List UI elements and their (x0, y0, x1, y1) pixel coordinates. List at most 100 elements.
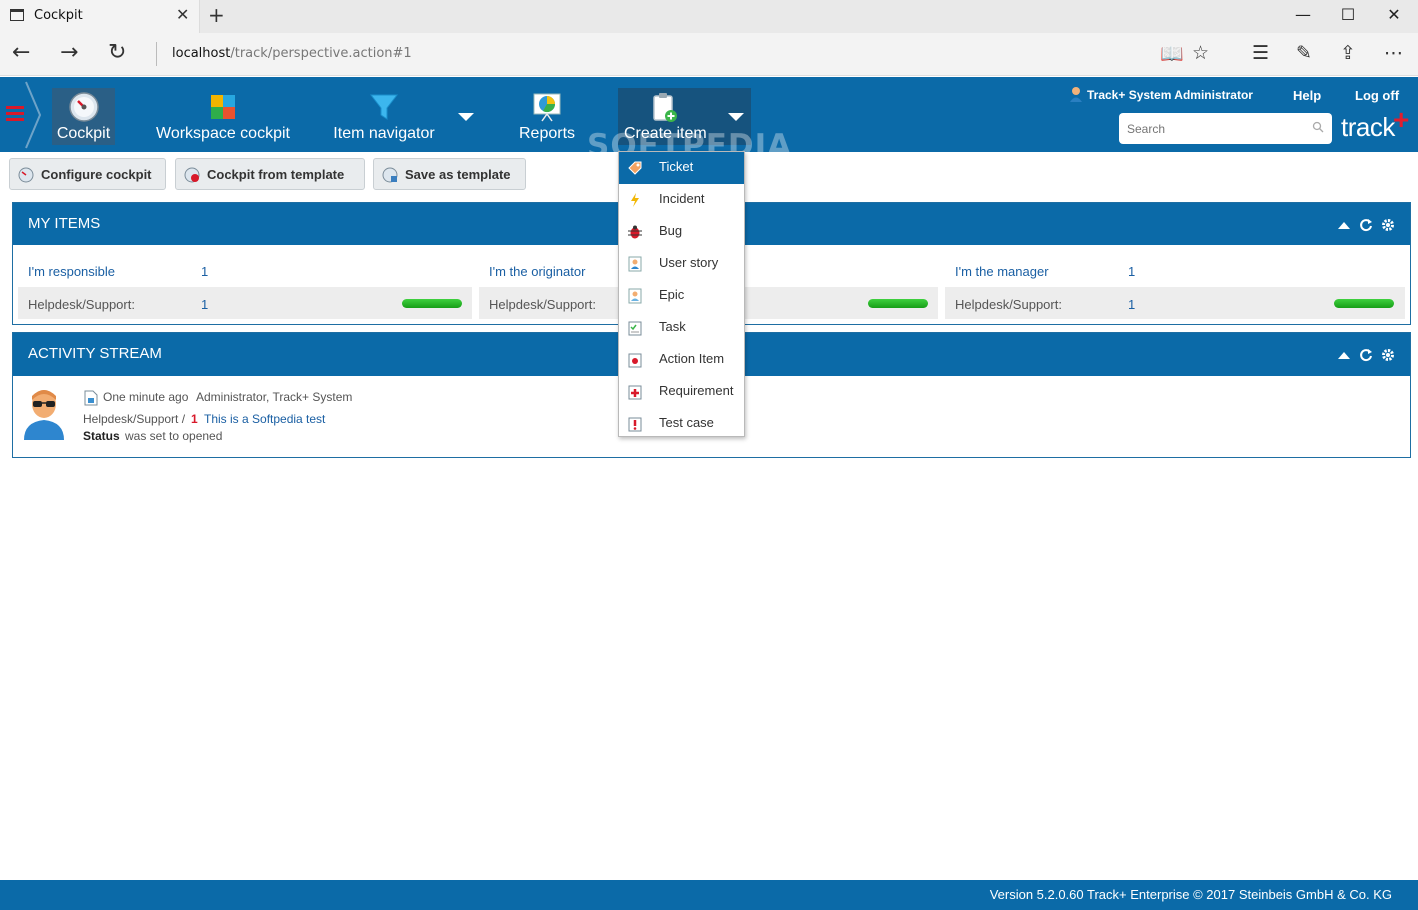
project-count[interactable]: 1 (1128, 297, 1135, 312)
user-icon (1070, 87, 1082, 102)
chevron-right-icon (25, 81, 42, 149)
forward-icon[interactable]: → (60, 40, 78, 65)
search-input[interactable] (1119, 113, 1332, 144)
action-item-icon (628, 353, 642, 368)
menu-icon[interactable] (6, 106, 24, 122)
button-label: Configure cockpit (41, 167, 152, 182)
url-host: localhost (172, 46, 231, 61)
menu-item-epic[interactable]: Epic (619, 280, 744, 312)
hub-icon[interactable]: ☰ (1252, 42, 1269, 64)
logoff-link[interactable]: Log off (1355, 88, 1399, 103)
menu-item-ticket[interactable]: Ticket (619, 152, 744, 184)
activity-project: Helpdesk/Support / (83, 412, 186, 426)
more-icon[interactable]: ⋯ (1384, 42, 1403, 64)
create-item-menu: Ticket Incident Bug User story Epic Task… (618, 151, 745, 437)
progress-bar (1334, 299, 1394, 308)
menu-item-label: Test case (659, 415, 714, 430)
cockpit-from-template-button[interactable]: Cockpit from template (175, 158, 365, 190)
originator-link[interactable]: I'm the originator (489, 264, 585, 279)
menu-item-label: Action Item (659, 351, 725, 366)
gear-icon[interactable] (1381, 348, 1395, 362)
gauge-icon (68, 92, 99, 122)
project-label: Helpdesk/Support: (28, 297, 135, 312)
project-count[interactable]: 1 (201, 297, 208, 312)
activity-change: was set to opened (125, 429, 223, 443)
nav-label: Workspace cockpit (156, 125, 290, 142)
gear-icon[interactable] (1381, 218, 1395, 232)
activity-time: One minute ago (103, 390, 189, 404)
save-as-template-button[interactable]: Save as template (373, 158, 526, 190)
app-logo: track (1341, 112, 1395, 142)
menu-item-label: Epic (659, 287, 685, 302)
address-bar[interactable]: localhost/track/perspective.action#1 (172, 46, 412, 61)
footer-version: Version 5.2.0.60 Track+ Enterprise © 201… (989, 887, 1392, 902)
close-tab-icon[interactable]: ✕ (176, 5, 189, 24)
avatar (24, 390, 64, 440)
reading-view-icon[interactable]: 📖 (1160, 42, 1184, 65)
refresh-icon[interactable] (1359, 218, 1373, 232)
panel-title: ACTIVITY STREAM (28, 345, 162, 362)
test-case-icon (628, 417, 642, 432)
tab-title: Cockpit (34, 8, 83, 23)
responsible-count[interactable]: 1 (201, 264, 208, 279)
url-divider (156, 42, 157, 66)
item-navigator-dropdown-icon[interactable] (458, 113, 474, 121)
page-icon (10, 9, 24, 21)
refresh-icon[interactable] (1359, 348, 1373, 362)
menu-item-test-case[interactable]: Test case (619, 408, 744, 440)
activity-field: Status (83, 429, 120, 443)
template-gauge-icon (184, 167, 200, 183)
web-note-icon[interactable]: ✎ (1296, 42, 1312, 64)
nav-cockpit[interactable]: Cockpit (52, 88, 115, 145)
menu-item-user-story[interactable]: User story (619, 248, 744, 280)
filter-icon (369, 94, 399, 120)
new-tab-icon[interactable]: + (208, 3, 225, 27)
app-logo-plus: + (1393, 104, 1410, 135)
help-link[interactable]: Help (1293, 88, 1321, 103)
responsible-link[interactable]: I'm responsible (28, 264, 115, 279)
menu-item-label: User story (659, 255, 719, 270)
create-item-dropdown-icon[interactable] (728, 113, 744, 121)
nav-label: Cockpit (56, 125, 111, 142)
minimize-icon[interactable]: — (1280, 5, 1326, 24)
search-icon[interactable] (1312, 121, 1324, 133)
back-icon[interactable]: ← (12, 40, 30, 65)
menu-item-action-item[interactable]: Action Item (619, 344, 744, 376)
maximize-icon[interactable]: ☐ (1325, 5, 1371, 24)
nav-label: Item navigator (333, 125, 435, 142)
window-close-icon[interactable]: ✕ (1371, 5, 1417, 24)
menu-item-label: Requirement (659, 383, 734, 398)
manager-link[interactable]: I'm the manager (955, 264, 1049, 279)
browser-tab[interactable]: Cockpit ✕ (0, 0, 200, 33)
user-story-icon (628, 256, 642, 272)
current-user[interactable]: Track+ System Administrator (1087, 88, 1253, 102)
collapse-icon[interactable] (1337, 218, 1351, 232)
configure-cockpit-button[interactable]: Configure cockpit (9, 158, 166, 190)
menu-item-bug[interactable]: Bug (619, 216, 744, 248)
favorite-star-icon[interactable]: ☆ (1192, 42, 1209, 64)
pie-chart-icon (533, 93, 561, 122)
lightning-icon (631, 193, 639, 207)
nav-reports[interactable]: Reports (512, 88, 582, 145)
url-path: /track/perspective.action#1 (230, 46, 412, 61)
menu-item-label: Bug (659, 223, 683, 238)
menu-item-incident[interactable]: Incident (619, 184, 744, 216)
manager-count[interactable]: 1 (1128, 264, 1135, 279)
activity-item-link[interactable]: This is a Softpedia test (204, 412, 325, 426)
menu-item-task[interactable]: Task (619, 312, 744, 344)
menu-item-label: Task (659, 319, 686, 334)
nav-item-navigator[interactable]: Item navigator (328, 88, 440, 145)
puzzle-icon (211, 95, 235, 119)
project-label: Helpdesk/Support: (489, 297, 596, 312)
gauge-icon (18, 167, 34, 183)
button-label: Cockpit from template (207, 167, 345, 182)
collapse-icon[interactable] (1337, 348, 1351, 362)
share-icon[interactable]: ⇪ (1340, 42, 1356, 64)
nav-workspace-cockpit[interactable]: Workspace cockpit (152, 88, 294, 145)
menu-item-requirement[interactable]: Requirement (619, 376, 744, 408)
bug-icon (628, 225, 642, 239)
clipboard-add-icon (653, 93, 677, 122)
activity-actor: Administrator, Track+ System (196, 390, 353, 404)
activity-item-id[interactable]: 1 (191, 412, 198, 426)
refresh-icon[interactable]: ↻ (108, 40, 126, 65)
